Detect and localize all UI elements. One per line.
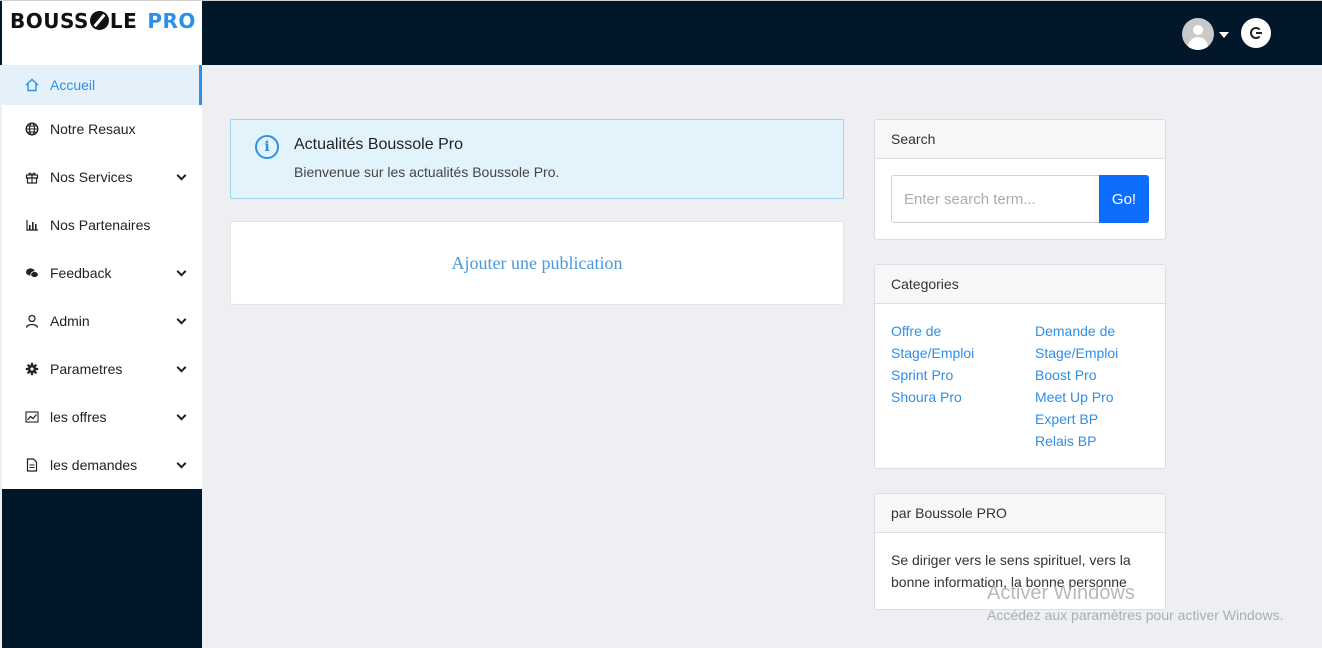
search-widget-title: Search [875,120,1165,159]
categories-right-column: Demande de Stage/Emploi Boost Pro Meet U… [1035,320,1145,452]
brand-logo[interactable]: BOUSS LE PRO [2,1,202,65]
sidebar-item-les-demandes[interactable]: les demandes [2,441,202,489]
sidebar-item-label: Feedback [50,265,112,281]
sidebar-item-label: Nos Partenaires [50,217,151,233]
sidebar-item-label: Admin [50,313,90,329]
category-link[interactable]: Boost Pro [1035,364,1145,386]
chevron-down-icon [176,266,187,277]
publish-box: Ajouter une publication [230,221,844,305]
brand-name-part3: PRO [147,9,196,33]
document-icon [24,457,40,473]
category-link[interactable]: Expert BP [1035,408,1145,430]
info-icon: i [255,135,279,159]
sidebar-item-feedback[interactable]: Feedback [2,249,202,297]
globe-icon [24,121,40,137]
sidebar-item-nos-partenaires[interactable]: Nos Partenaires [2,201,202,249]
sidebar-item-les-offres[interactable]: les offres [2,393,202,441]
brand-name-part1: BOUSS [10,9,89,33]
chevron-down-icon [176,170,187,181]
search-go-button[interactable]: Go! [1099,175,1149,223]
category-link[interactable]: Demande de Stage/Emploi [1035,320,1145,364]
windows-watermark-text: Accédez aux paramètres pour activer Wind… [987,607,1284,623]
sidebar-menu: Accueil Notre Resaux Nos Services Nos Pa… [2,65,202,489]
search-input[interactable] [891,175,1100,223]
sidebar-item-label: les demandes [50,457,138,473]
about-widget-title: par Boussole PRO [875,494,1165,533]
home-icon [24,77,40,93]
chevron-down-icon [176,458,187,469]
logout-icon[interactable] [1241,18,1271,48]
sidebar-item-label: les offres [50,409,107,425]
sidebar-item-nos-services[interactable]: Nos Services [2,153,202,201]
sidebar-item-label: Parametres [50,361,123,377]
chevron-down-icon [176,362,187,373]
chevron-down-icon [176,410,187,421]
category-link[interactable]: Offre de Stage/Emploi [891,320,1001,364]
category-link[interactable]: Shoura Pro [891,386,1001,408]
category-link[interactable]: Relais BP [1035,430,1145,452]
category-link[interactable]: Meet Up Pro [1035,386,1145,408]
search-widget: Search Go! [874,119,1166,240]
compass-icon [89,11,109,30]
caret-down-icon[interactable] [1219,32,1229,38]
sidebar-item-parametres[interactable]: Parametres [2,345,202,393]
user-icon [24,313,40,329]
categories-left-column: Offre de Stage/Emploi Sprint Pro Shoura … [891,320,1001,408]
gift-icon [24,169,40,185]
sidebar-item-notre-resaux[interactable]: Notre Resaux [2,105,202,153]
windows-watermark-title: Activer Windows [987,582,1135,604]
categories-widget: Categories Offre de Stage/Emploi Sprint … [874,264,1166,469]
add-publication-link[interactable]: Ajouter une publication [452,253,623,274]
sidebar: Accueil Notre Resaux Nos Services Nos Pa… [2,65,202,648]
bar-chart-icon [24,217,40,233]
sidebar-item-accueil[interactable]: Accueil [2,65,202,105]
brand-name-part2: LE [109,9,138,33]
news-alert: i Actualités Boussole Pro Bienvenue sur … [230,119,844,199]
chevron-down-icon [176,314,187,325]
sidebar-item-label: Notre Resaux [50,121,136,137]
sidebar-item-label: Accueil [50,77,96,93]
line-chart-icon [24,409,40,425]
alert-text: Bienvenue sur les actualités Boussole Pr… [294,164,560,180]
user-avatar-icon[interactable] [1182,18,1214,50]
category-link[interactable]: Sprint Pro [891,364,1001,386]
sidebar-item-label: Nos Services [50,169,133,185]
sidebar-item-admin[interactable]: Admin [2,297,202,345]
categories-widget-title: Categories [875,265,1165,304]
gear-icon [24,361,40,377]
alert-title: Actualités Boussole Pro [294,136,463,153]
chat-icon [24,265,40,281]
